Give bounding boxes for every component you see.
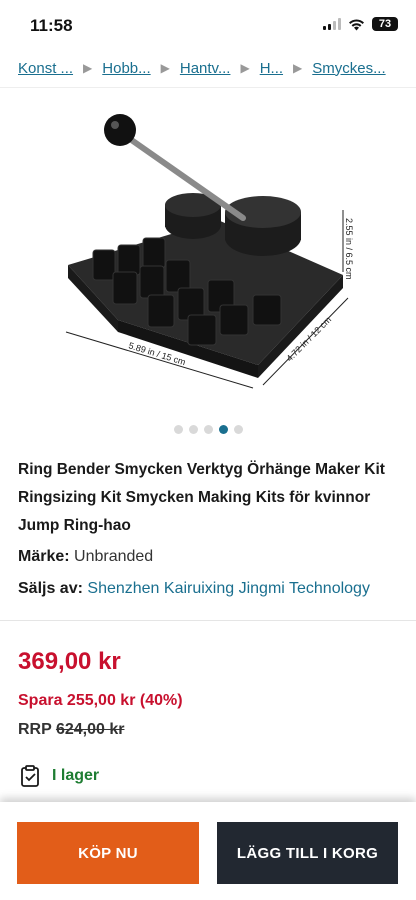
brand-label: Märke: [18, 548, 70, 565]
bottom-action-bar: KÖP NU LÄGG TILL I KORG [0, 802, 416, 900]
chevron-right-icon: ▶ [160, 61, 170, 75]
breadcrumb-item[interactable]: Hobb... [102, 60, 150, 77]
seller-link[interactable]: Shenzhen Kairuixing Jingmi Technology [87, 580, 370, 597]
rrp-label: RRP [18, 721, 52, 738]
breadcrumb: Konst ... ▶ Hobb... ▶ Hantv... ▶ H... ▶ … [18, 56, 416, 80]
clipboard-check-icon [21, 765, 39, 787]
gallery-dot-active[interactable] [218, 425, 228, 434]
chevron-right-icon: ▶ [293, 61, 303, 75]
gallery-dot[interactable] [203, 425, 213, 434]
chevron-right-icon: ▶ [83, 61, 93, 75]
wifi-icon [349, 18, 364, 30]
gallery-dot[interactable] [173, 425, 183, 434]
rrp-row: RRP 624,00 kr [18, 721, 124, 739]
brand-row: Märke: Unbranded [18, 548, 153, 566]
dimension-height: 2.55 in / 6.5 cm [344, 218, 354, 280]
breadcrumb-item[interactable]: Hantv... [180, 60, 231, 77]
rrp-value: 624,00 kr [55, 721, 125, 738]
add-to-cart-button[interactable]: LÄGG TILL I KORG [217, 822, 398, 884]
breadcrumb-item[interactable]: H... [260, 60, 283, 77]
gallery-pagination [0, 425, 416, 434]
price: 369,00 kr [18, 648, 121, 675]
gallery-dot[interactable] [233, 425, 243, 434]
breadcrumb-item[interactable]: Konst ... [18, 60, 73, 77]
brand-value: Unbranded [74, 548, 154, 565]
divider [0, 87, 416, 88]
cellular-signal-icon [323, 18, 341, 30]
product-title: Ring Bender Smycken Verktyg Örhänge Make… [18, 461, 385, 534]
seller-label: Säljs av: [18, 580, 83, 597]
chevron-right-icon: ▶ [240, 61, 250, 75]
gallery-dot[interactable] [188, 425, 198, 434]
product-image[interactable]: 5.89 in / 15 cm 4.72 in / 12 cm 2.55 in … [58, 100, 358, 390]
buy-now-button[interactable]: KÖP NU [17, 822, 199, 884]
status-icons: 73 [323, 17, 398, 31]
status-bar: 11:58 73 [0, 0, 416, 48]
battery-icon: 73 [372, 17, 398, 31]
stock-status: I lager [18, 764, 99, 788]
divider [0, 620, 416, 621]
breadcrumb-item[interactable]: Smyckes... [312, 60, 385, 77]
savings-text: Spara 255,00 kr (40%) [18, 692, 183, 709]
status-time: 11:58 [30, 16, 73, 35]
seller-row: Säljs av: Shenzhen Kairuixing Jingmi Tec… [18, 580, 370, 598]
stock-label: I lager [52, 767, 100, 784]
